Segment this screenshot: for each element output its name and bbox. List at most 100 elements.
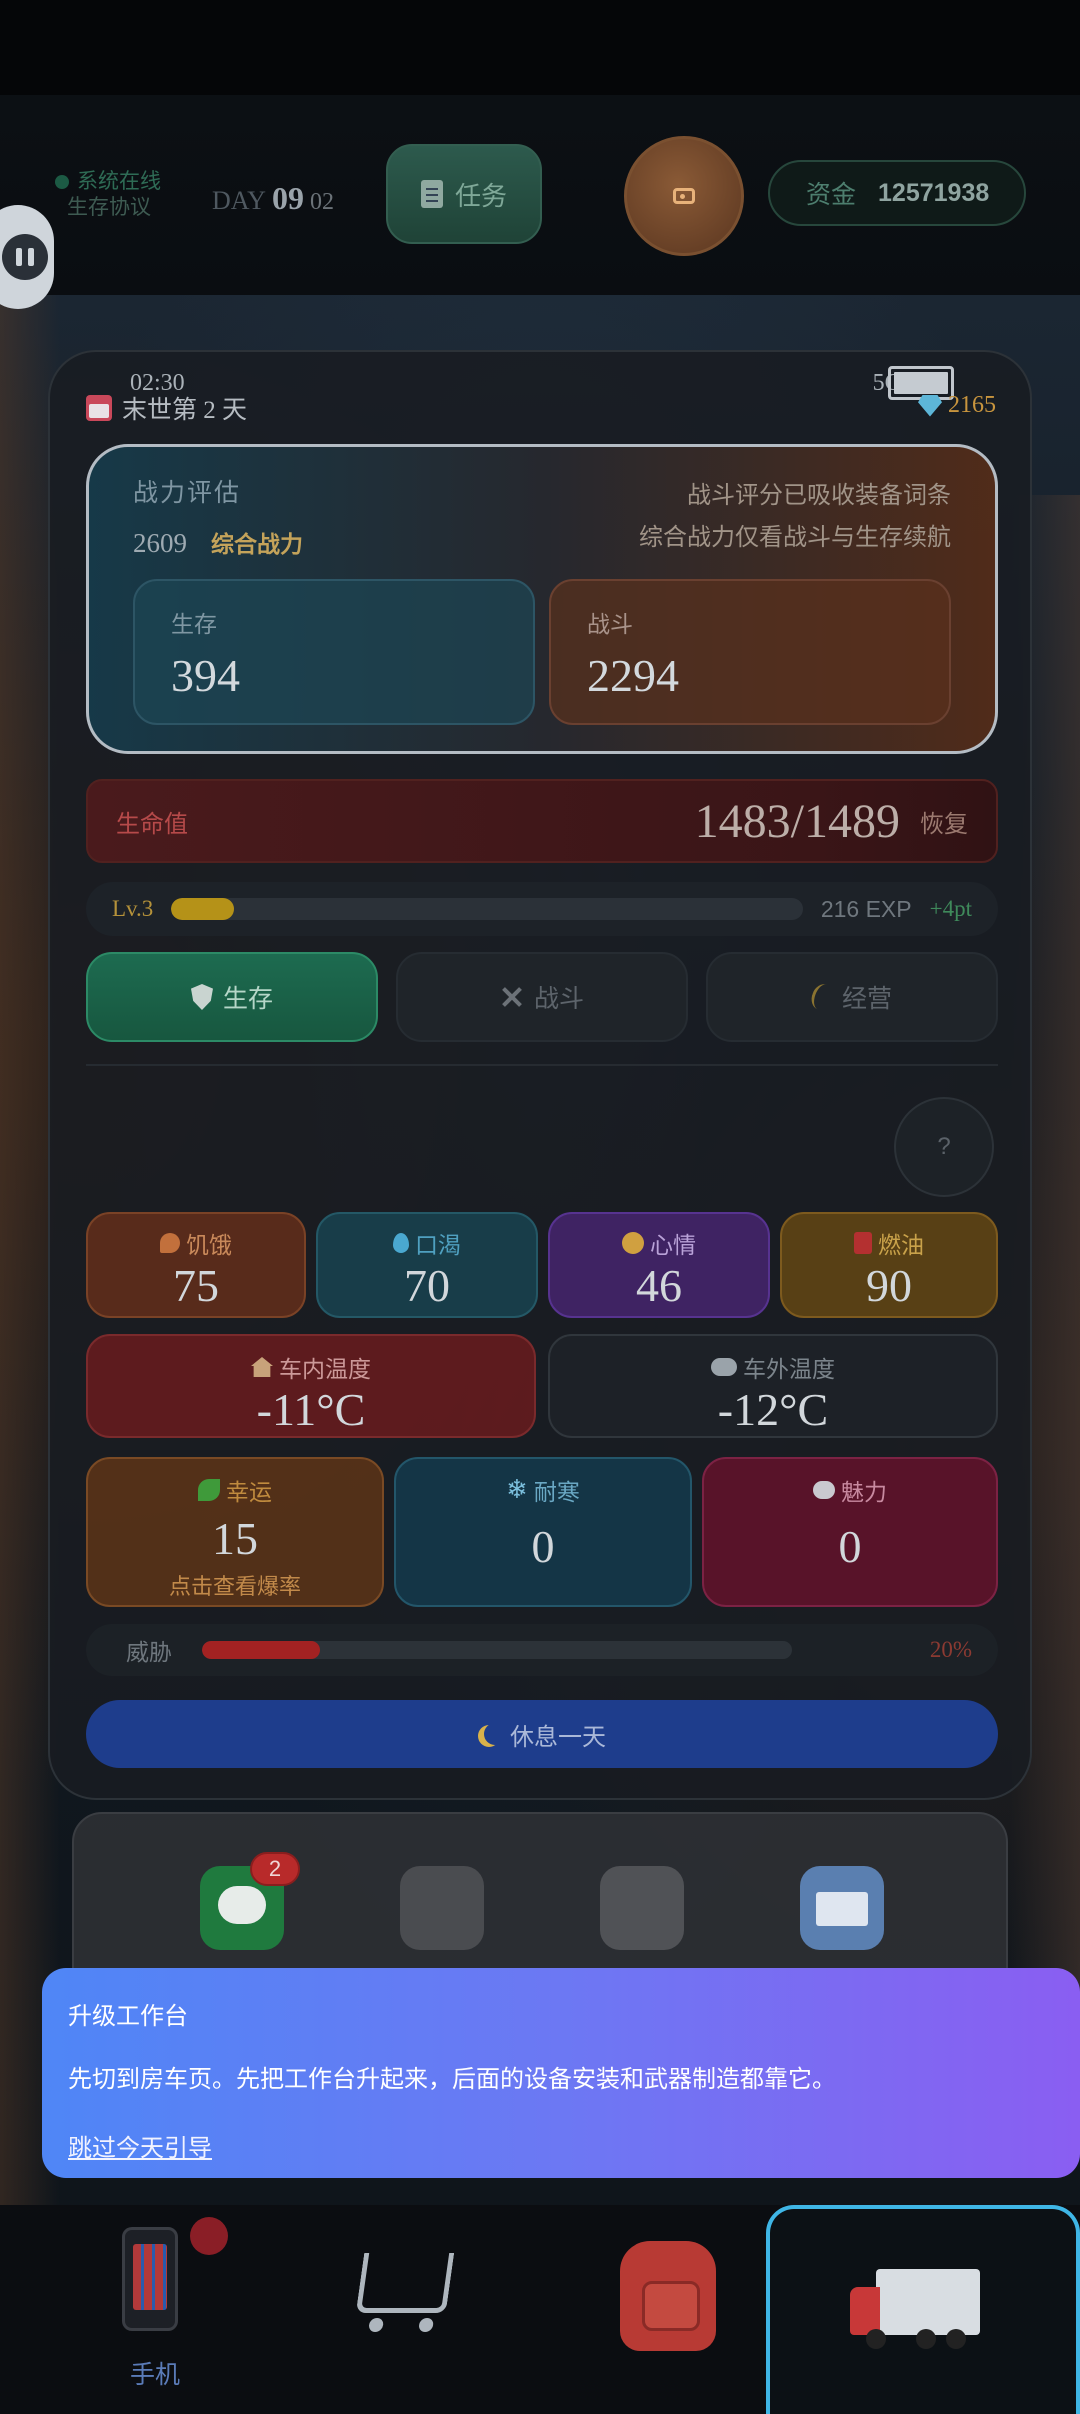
tab-survival-label: 生存	[222, 986, 273, 1013]
tab-combat[interactable]: 战斗	[396, 952, 688, 1042]
threat-progress-track	[202, 1641, 792, 1659]
threat-label: 威胁	[126, 1639, 172, 1665]
online-status-text: 系统在线	[77, 169, 161, 193]
house-icon	[251, 1357, 273, 1377]
exp-progress-fill	[171, 898, 235, 920]
funds-value: 12571938	[878, 178, 990, 207]
rest-one-day-button[interactable]: 休息一天	[86, 1700, 998, 1768]
day-number: 09	[271, 180, 304, 216]
stat-hunger: 饥饿 75	[86, 1212, 306, 1318]
stat-mood-label: 心情	[650, 1232, 696, 1258]
fuel-pump-icon	[854, 1232, 872, 1254]
nav-phone[interactable]: 手机	[40, 2205, 280, 2414]
survival-power-value: 394	[171, 650, 240, 701]
guide-title: 升级工作台	[68, 2003, 188, 2030]
messages-badge: 2	[250, 1852, 300, 1886]
stat-hunger-value: 75	[173, 1260, 219, 1311]
system-status: 系统在线 生存协议	[55, 168, 161, 220]
level-bar: Lv.3 216 EXP +4pt	[86, 882, 998, 936]
tab-management[interactable]: 经营	[706, 952, 998, 1042]
skill-points: +4pt	[929, 896, 972, 921]
clipboard-icon	[420, 180, 443, 208]
snowflake-icon: ❄	[506, 1475, 528, 1505]
skip-guide-link[interactable]: 跳过今天引导	[68, 2128, 212, 2163]
power-score-value: 2609	[133, 528, 187, 558]
survival-power-label: 生存	[171, 612, 217, 637]
power-title: 战力评估	[133, 480, 242, 507]
hp-value: 1483/1489	[694, 794, 900, 848]
radio-button[interactable]	[624, 136, 744, 256]
stat-thirst-value: 70	[404, 1260, 450, 1311]
funds-label: 资金	[806, 182, 857, 209]
moon-icon	[484, 1723, 506, 1745]
survival-power-card: 生存 394	[133, 579, 535, 725]
day-sub: 02	[309, 189, 334, 215]
nav-rv[interactable]	[766, 2205, 1080, 2414]
pause-icon	[2, 234, 48, 280]
tab-survival[interactable]: 生存	[86, 952, 378, 1042]
smile-icon	[622, 1232, 644, 1254]
world-date-text: 末世第 2 天	[122, 397, 248, 424]
pause-button[interactable]	[0, 205, 54, 309]
task-button[interactable]: 任务	[386, 144, 542, 244]
stat-charm-label: 魅力	[841, 1479, 887, 1505]
shield-icon	[190, 984, 213, 1010]
hp-label: 生命值	[116, 810, 188, 838]
world-date: 末世第 2 天	[86, 390, 247, 426]
threat-percent: 20%	[929, 1637, 972, 1662]
water-drop-icon	[393, 1233, 409, 1253]
tutorial-guide-popup: 升级工作台 先切到房车页。先把工作台升起来，后面的设备安装和武器制造都靠它。 跳…	[42, 1968, 1080, 2178]
phone-call-app-icon[interactable]	[600, 1866, 684, 1950]
protocol-text: 生存协议	[67, 195, 151, 219]
stat-mood-value: 46	[636, 1260, 682, 1311]
help-button[interactable]: ?	[894, 1097, 994, 1197]
stat-outside-temp-value: -12°C	[717, 1384, 829, 1435]
stat-cold-value: 0	[531, 1521, 555, 1572]
luck-drop-rate-link[interactable]: 点击查看爆率	[88, 1569, 382, 1601]
online-indicator-icon	[55, 175, 69, 189]
stat-mood: 心情 46	[548, 1212, 770, 1318]
calendar-icon	[86, 395, 112, 421]
funds-display: 资金 12571938	[768, 160, 1026, 226]
shop-app-icon[interactable]	[400, 1866, 484, 1950]
stat-luck-value: 15	[212, 1513, 258, 1564]
nav-phone-label: 手机	[129, 2361, 180, 2389]
stat-fuel: 燃油 90	[780, 1212, 998, 1318]
notification-dot	[190, 2217, 228, 2255]
rest-button-label: 休息一天	[510, 1723, 606, 1751]
stat-charm-value: 0	[838, 1521, 862, 1572]
stat-inside-temperature: 车内温度 -11°C	[86, 1334, 536, 1438]
swords-icon	[500, 985, 524, 1009]
stat-luck-label: 幸运	[226, 1479, 272, 1505]
recover-button[interactable]: 恢复	[920, 804, 968, 839]
guide-message: 先切到房车页。先把工作台升起来，后面的设备安装和武器制造都靠它。	[68, 2066, 836, 2093]
day-label: DAY	[212, 186, 266, 215]
power-score-label: 综合战力	[211, 531, 303, 557]
mail-app-icon[interactable]	[800, 1866, 884, 1950]
stat-fuel-value: 90	[866, 1260, 912, 1311]
category-tabs: 生存 战斗 经营	[86, 952, 998, 1042]
truck-icon	[850, 2269, 980, 2349]
exp-value: 216 EXP	[820, 895, 912, 922]
threat-progress-fill	[202, 1641, 320, 1659]
stat-hunger-label: 饥饿	[186, 1232, 232, 1258]
power-note-line-1: 战斗评分已吸收装备词条	[687, 483, 951, 509]
bottom-navigation: 手机	[0, 2205, 1080, 2414]
nav-shop[interactable]	[290, 2205, 530, 2414]
radio-icon	[673, 188, 695, 204]
power-score: 2609 综合战力	[133, 525, 303, 559]
phone-panel: 02:30 5G 末世第 2 天 2165 战力评估 2609 综合战力 战斗评分…	[48, 350, 1032, 1800]
meat-icon	[160, 1233, 180, 1253]
gem-counter: 2165	[918, 392, 996, 419]
exp-progress-track	[171, 898, 803, 920]
stat-luck[interactable]: 幸运 15 点击查看爆率	[86, 1457, 384, 1607]
stat-cold-resistance: ❄ 耐寒 0	[394, 1457, 692, 1607]
diamond-icon	[918, 394, 942, 417]
hp-bar: 生命值 1483/1489 恢复	[86, 779, 998, 863]
nav-backpack[interactable]	[540, 2205, 780, 2414]
stat-outside-temp-label: 车外温度	[743, 1356, 835, 1382]
shopping-cart-icon	[355, 2253, 455, 2313]
stat-outside-temperature: 车外温度 -12°C	[548, 1334, 998, 1438]
power-evaluation-card: 战力评估 2609 综合战力 战斗评分已吸收装备词条 综合战力仅看战斗与生存续航 …	[86, 444, 998, 754]
task-button-label: 任务	[454, 181, 507, 211]
